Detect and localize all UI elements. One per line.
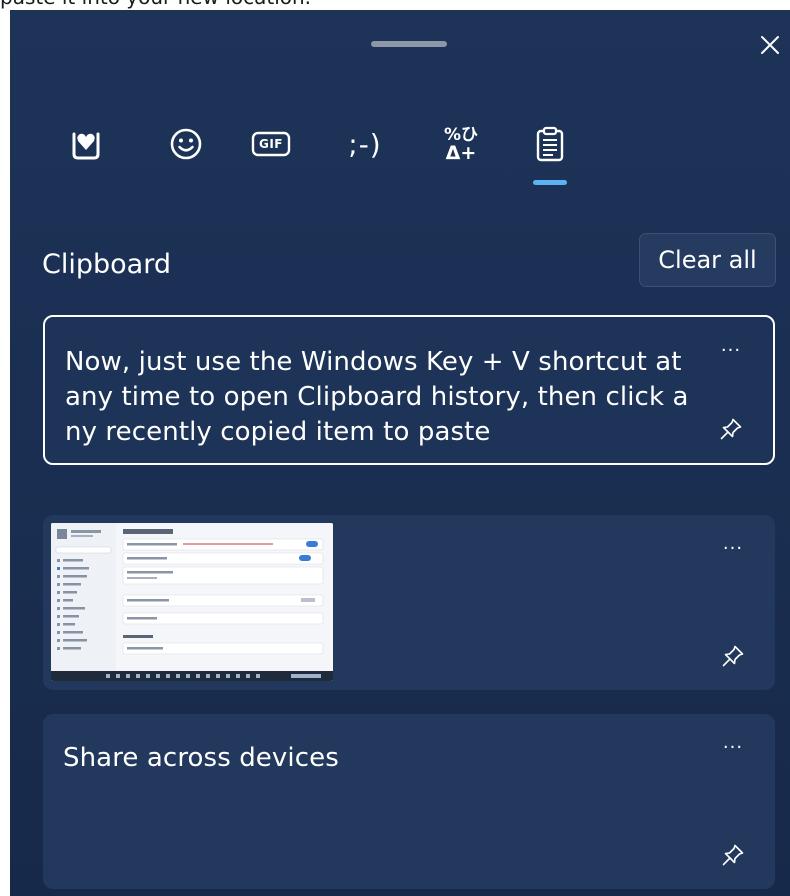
tab-emoji[interactable] (156, 114, 216, 174)
clipboard-item[interactable]: Share across devices ··· (43, 714, 775, 889)
tab-clipboard[interactable] (520, 114, 580, 174)
kaomoji-icon: ;-) (348, 127, 382, 161)
tab-favorites[interactable] (56, 114, 116, 174)
pin-button[interactable] (715, 837, 751, 873)
clipboard-item-text: Share across devices (63, 743, 339, 773)
screenshot-thumbnail (51, 523, 333, 681)
clipboard-item-text: Now, just use the Windows Key + V shortc… (65, 347, 689, 447)
gif-label: GIF (258, 137, 283, 151)
smiley-icon (170, 128, 202, 160)
pin-icon (720, 418, 742, 440)
symbols-label-bottom: Δ+ (445, 142, 477, 164)
clear-all-button[interactable]: Clear all (639, 233, 776, 287)
pin-button[interactable] (715, 638, 751, 674)
close-button[interactable] (752, 27, 788, 63)
close-icon (761, 36, 779, 54)
more-icon: ··· (722, 736, 744, 758)
clipboard-panel: GIF ;-) %ひ Δ+ Clipboard Clear all Now, j… (10, 10, 790, 896)
pin-button[interactable] (713, 411, 749, 447)
pin-icon (722, 844, 744, 866)
drag-handle[interactable] (371, 41, 447, 47)
tab-gif[interactable]: GIF (241, 114, 301, 174)
heart-square-icon (72, 132, 100, 160)
clipboard-item[interactable]: ··· (43, 515, 775, 690)
more-options-button[interactable]: ··· (713, 732, 753, 762)
tab-symbols[interactable]: %ひ Δ+ (431, 114, 491, 174)
section-title: Clipboard (42, 249, 171, 280)
more-icon: ··· (720, 339, 742, 361)
clipboard-icon (536, 126, 564, 162)
more-options-button[interactable]: ··· (711, 335, 751, 365)
tab-kaomoji[interactable]: ;-) (330, 114, 400, 174)
page-caption: paste it into your new location. (0, 0, 790, 10)
active-tab-indicator (533, 180, 567, 185)
clipboard-item[interactable]: Now, just use the Windows Key + V shortc… (43, 315, 775, 465)
pin-icon (722, 645, 744, 667)
more-options-button[interactable]: ··· (713, 533, 753, 563)
symbols-icon: %ひ Δ+ (444, 126, 478, 164)
more-icon: ··· (722, 537, 744, 559)
